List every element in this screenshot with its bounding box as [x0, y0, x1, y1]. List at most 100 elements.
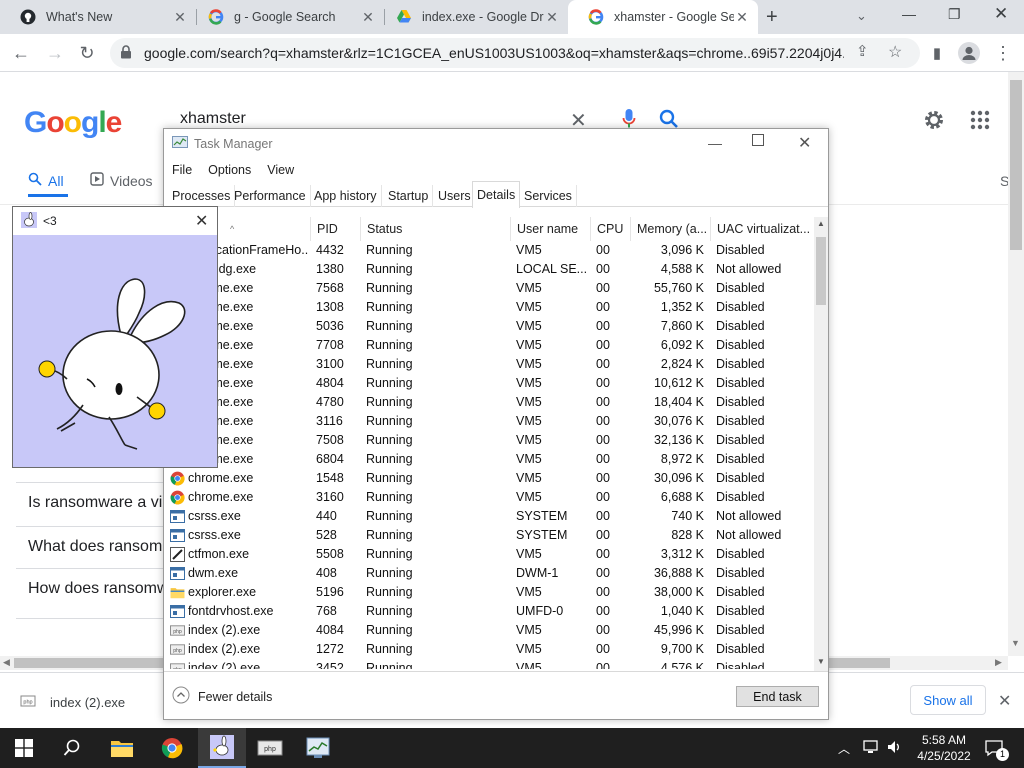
process-row[interactable]: chrome.exe 4804 Running VM5 00 10,612 K Disabl… [164, 374, 814, 393]
reload-icon[interactable]: ↻ [74, 40, 100, 66]
process-row[interactable]: chrome.exe 5036 Running VM5 00 7,860 K Disable… [164, 317, 814, 336]
start-button[interactable] [0, 728, 48, 768]
process-row[interactable]: chrome.exe 1308 Running VM5 00 1,352 K Disable… [164, 298, 814, 317]
process-row[interactable]: fontdrvhost.exe 768 Running UMFD-0 00 1,040 K… [164, 602, 814, 621]
close-icon[interactable]: ✕ [195, 211, 208, 231]
address-bar[interactable]: google.com/search?q=xhamster&rlz=1C1GCEA… [110, 38, 920, 68]
browser-tab-google-drive[interactable]: index.exe - Google Drive ✕ [376, 0, 568, 34]
tab-app-history[interactable]: App history [310, 185, 382, 207]
tab-services[interactable]: Services [520, 185, 577, 207]
menu-options[interactable]: Options [208, 163, 251, 177]
new-tab-icon[interactable]: + [766, 6, 778, 29]
process-row[interactable]: chrome.exe 3100 Running VM5 00 2,824 K Disable… [164, 355, 814, 374]
process-row[interactable]: ApplicationFrameHo... 4432 Running VM5 00 3,0… [164, 241, 814, 260]
scroll-right-arrow-icon[interactable]: ▶ [995, 657, 1002, 668]
volume-icon[interactable] [886, 739, 904, 758]
process-row[interactable]: audiodg.exe 1380 Running LOCAL SE... 00 4,588… [164, 260, 814, 279]
process-row[interactable]: chrome.exe 7508 Running VM5 00 32,136 K Disabl… [164, 431, 814, 450]
close-icon[interactable]: ✕ [172, 9, 188, 26]
download-item[interactable]: php index (2).exe [20, 693, 125, 712]
scroll-down-arrow-icon[interactable]: ▼ [1011, 638, 1020, 648]
taskbar-search-icon[interactable] [48, 728, 96, 768]
bookmark-star-icon[interactable]: ☆ [888, 42, 902, 62]
end-task-button[interactable]: End task [736, 686, 819, 707]
process-list[interactable]: ApplicationFrameHo... 4432 Running VM5 00 3,0… [164, 241, 814, 669]
related-question[interactable]: What does ransom [28, 538, 166, 556]
php-exe-taskbar-icon[interactable]: php [246, 728, 294, 768]
side-panel-icon[interactable]: ▮ [924, 40, 950, 66]
settings-gear-icon[interactable] [922, 108, 946, 135]
task-manager-taskbar-icon[interactable] [294, 728, 342, 768]
google-tab-videos[interactable]: Videos [90, 172, 153, 189]
browser-tab-g-search[interactable]: g - Google Search ✕ [188, 0, 384, 34]
minimize-icon[interactable]: — [708, 135, 722, 151]
process-row[interactable]: php index (2).exe 4084 Running VM5 00 45,996 K… [164, 621, 814, 640]
process-row[interactable]: php index (2).exe 3452 Running VM5 00 4,576 K D… [164, 659, 814, 669]
tab-users[interactable]: Users [434, 185, 476, 207]
column-header-status[interactable]: Status [360, 217, 510, 241]
restore-icon[interactable]: ❐ [948, 6, 961, 23]
tab-search-chevron-icon[interactable]: ⌄ [856, 8, 867, 24]
process-row[interactable]: csrss.exe 440 Running SYSTEM 00 740 K Not allo… [164, 507, 814, 526]
tab-startup[interactable]: Startup [384, 185, 434, 207]
system-clock[interactable]: 5:58 AM 4/25/2022 [912, 732, 976, 764]
task-manager-titlebar[interactable]: Task Manager — ✕ [164, 129, 828, 159]
scroll-down-arrow-icon[interactable]: ▼ [817, 657, 825, 666]
close-icon[interactable]: ✕ [734, 9, 750, 26]
column-header-user[interactable]: User name [510, 217, 590, 241]
scroll-left-arrow-icon[interactable]: ◀ [3, 657, 10, 668]
close-icon[interactable]: ✕ [798, 133, 811, 153]
process-row[interactable]: dwm.exe 408 Running DWM-1 00 36,888 K Disabled [164, 564, 814, 583]
minimize-icon[interactable]: — [902, 6, 916, 22]
close-window-icon[interactable]: ✕ [994, 4, 1008, 24]
column-header-pid[interactable]: PID [310, 217, 360, 241]
column-header-memory[interactable]: Memory (a... [630, 217, 710, 241]
process-row[interactable]: php index (2).exe 1272 Running VM5 00 9,700 K D… [164, 640, 814, 659]
menu-view[interactable]: View [267, 163, 294, 177]
browser-tab-whats-new[interactable]: What's New ✕ [0, 0, 196, 34]
related-question[interactable]: How does ransomw [28, 580, 166, 598]
tab-details[interactable]: Details [472, 181, 521, 208]
scroll-up-arrow-icon[interactable]: ▲ [817, 219, 825, 228]
maximize-icon[interactable] [752, 134, 764, 149]
related-question[interactable]: Is ransomware a vi [28, 494, 166, 512]
bunny-window-titlebar[interactable]: <3 ✕ [13, 207, 217, 235]
close-icon[interactable]: ✕ [360, 9, 376, 26]
close-icon[interactable]: ✕ [544, 9, 560, 26]
google-tab-all[interactable]: All [28, 172, 64, 189]
page-scroll-thumb[interactable] [1010, 80, 1022, 250]
process-row[interactable]: chrome.exe 4780 Running VM5 00 18,404 K Disabl… [164, 393, 814, 412]
process-row[interactable]: chrome.exe 1548 Running VM5 00 30,096 K Disabl… [164, 469, 814, 488]
tab-processes[interactable]: Processes [168, 185, 236, 207]
close-download-bar-icon[interactable]: ✕ [998, 691, 1011, 711]
process-row[interactable]: csrss.exe 528 Running SYSTEM 00 828 K Not allo… [164, 526, 814, 545]
tab-performance[interactable]: Performance [230, 185, 311, 207]
bunny-app-taskbar-icon[interactable] [198, 728, 246, 768]
process-row[interactable]: chrome.exe 7568 Running VM5 00 55,760 K Disabl… [164, 279, 814, 298]
show-all-downloads-button[interactable]: Show all [910, 685, 986, 715]
network-icon[interactable] [862, 739, 880, 758]
show-hidden-icons-chevron[interactable]: ︿ [838, 740, 850, 757]
process-row[interactable]: chrome.exe 7708 Running VM5 00 6,092 K Disable… [164, 336, 814, 355]
column-header-cpu[interactable]: CPU [590, 217, 630, 241]
fewer-details-button[interactable]: Fewer details [172, 686, 272, 707]
process-row[interactable]: chrome.exe 3160 Running VM5 00 6,688 K Disable… [164, 488, 814, 507]
process-row[interactable]: ctfmon.exe 5508 Running VM5 00 3,312 K Disable… [164, 545, 814, 564]
back-arrow-icon[interactable]: ← [8, 40, 34, 66]
browser-tab-xhamster-search[interactable]: xhamster - Google Search ✕ [568, 0, 758, 34]
profile-avatar-icon[interactable] [958, 42, 980, 64]
google-logo[interactable]: Google [24, 106, 122, 140]
menu-file[interactable]: File [172, 163, 192, 177]
process-row[interactable]: chrome.exe 6804 Running VM5 00 8,972 K Disable… [164, 450, 814, 469]
more-menu-icon[interactable]: ⋮ [990, 40, 1016, 66]
process-row[interactable]: explorer.exe 5196 Running VM5 00 38,000 K Disa… [164, 583, 814, 602]
lock-icon[interactable] [120, 44, 132, 62]
share-icon[interactable]: ⇪ [856, 42, 869, 60]
google-apps-grid-icon[interactable] [970, 110, 990, 133]
file-explorer-icon[interactable] [98, 728, 146, 768]
forward-arrow-icon[interactable]: → [42, 40, 68, 66]
chrome-taskbar-icon[interactable] [148, 728, 196, 768]
column-header-uac[interactable]: UAC virtualizat... [710, 217, 814, 241]
process-row[interactable]: chrome.exe 3116 Running VM5 00 30,076 K Disabl… [164, 412, 814, 431]
process-list-scroll-thumb[interactable] [816, 237, 826, 305]
